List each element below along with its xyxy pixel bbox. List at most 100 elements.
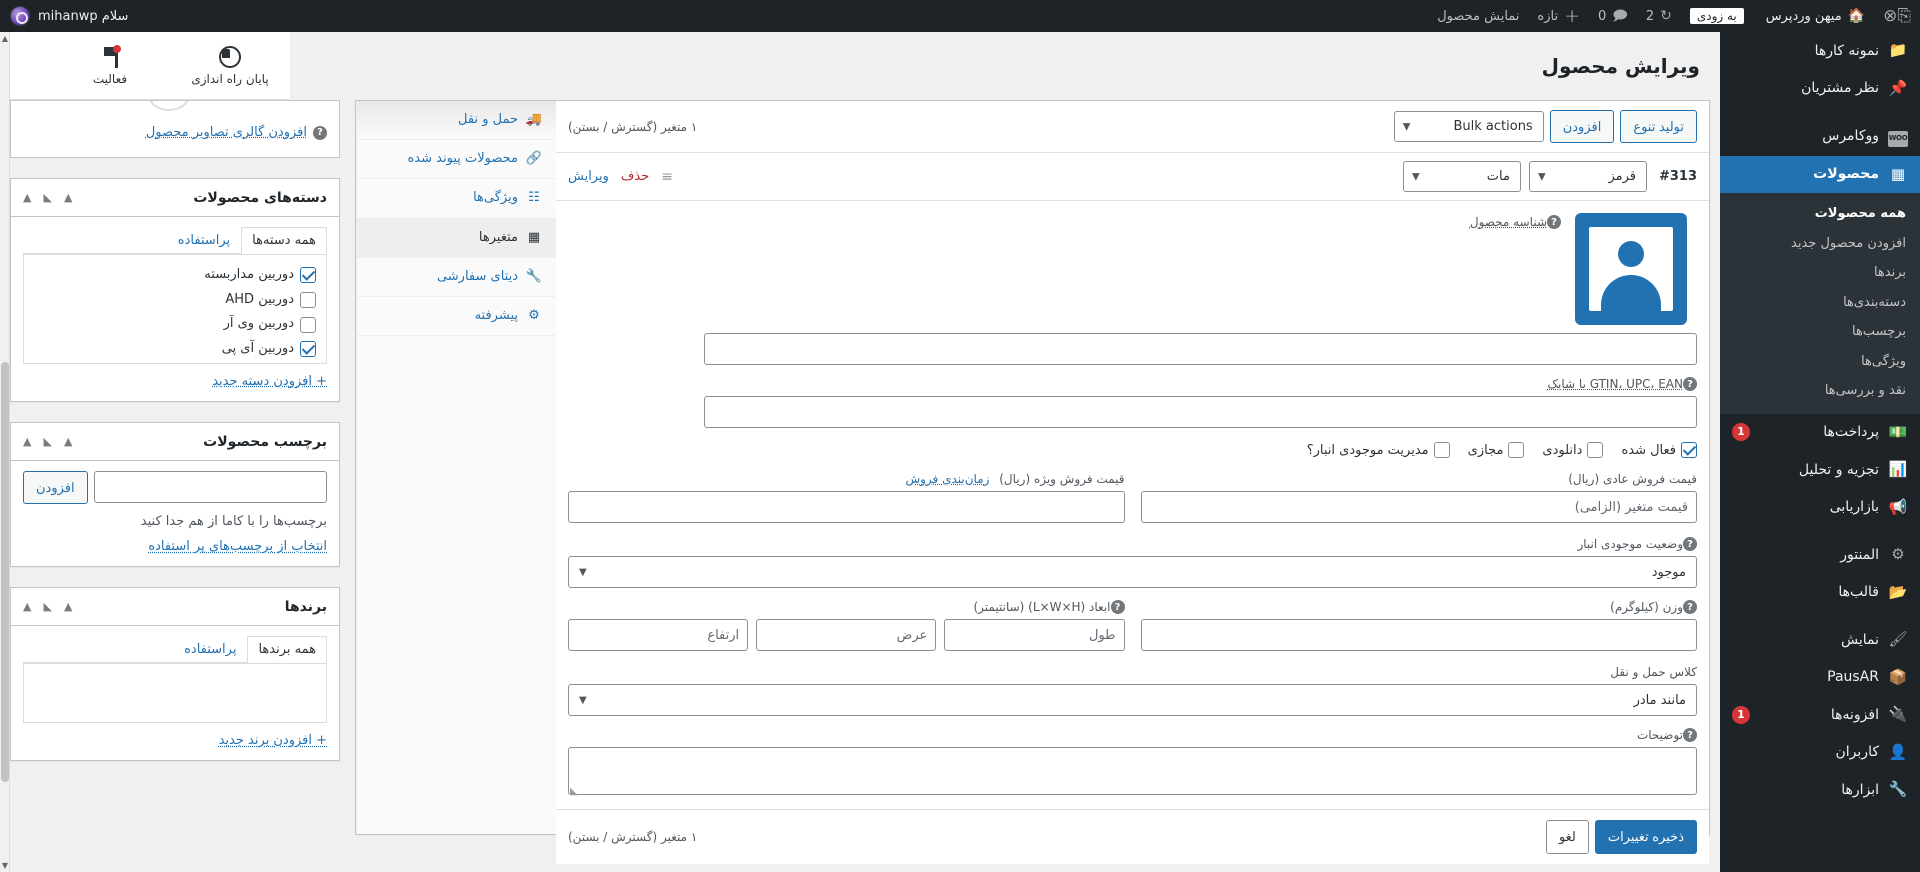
brands-checklist[interactable] <box>23 663 327 724</box>
regular-price-input[interactable] <box>1140 491 1697 524</box>
category-checkbox[interactable] <box>300 316 316 333</box>
manage-stock-checkbox-item[interactable]: مدیریت موجودی انبار؟ <box>1307 442 1450 459</box>
virtual-checkbox-item[interactable]: مجازی <box>1468 442 1525 459</box>
tab-all-categories[interactable]: همه دسته‌ها <box>241 227 327 254</box>
move-up-icon[interactable]: ▲ <box>64 435 72 448</box>
submenu-item-add-new-product[interactable]: افزودن محصول جدید <box>1720 229 1920 259</box>
drag-handle-icon[interactable]: ≡ <box>661 169 673 185</box>
variation-placeholder-image-icon[interactable] <box>1575 213 1687 326</box>
submenu-item-all-products[interactable]: همه محصولات <box>1720 199 1920 229</box>
sidebar-item-pausar[interactable]: 📦 PausAR <box>1720 659 1920 697</box>
manage-stock-checkbox[interactable] <box>1433 442 1450 459</box>
sidebar-item-marketing[interactable]: 📢 بازاریابی <box>1720 489 1920 527</box>
shipping-class-select[interactable]: مانند مادر ▼ <box>568 684 1697 717</box>
admin-bar-comments[interactable]: 🗩 0 <box>1589 0 1637 32</box>
add-product-gallery-link[interactable]: ? افزودن گالری تصاویر محصول <box>23 125 327 140</box>
sidebar-item-templates[interactable]: 📂 قالب‌ها <box>1720 574 1920 612</box>
chevron-down-icon[interactable]: ◣ <box>43 435 51 448</box>
toggle-panel-icon[interactable]: ▲ <box>23 600 31 613</box>
submenu-item-categories[interactable]: دسته‌بندی‌ها <box>1720 288 1920 318</box>
cancel-button[interactable]: لغو <box>1545 820 1589 854</box>
admin-bar-new-content[interactable]: + تازه <box>1528 0 1589 32</box>
help-icon[interactable]: ? <box>1547 215 1561 230</box>
admin-bar-site-name[interactable]: 🏠 میهن وردپرس <box>1757 0 1874 32</box>
sidebar-item-elementor[interactable]: ⚙ المنتور <box>1720 536 1920 574</box>
admin-bar-updates[interactable]: ↻ 2 <box>1637 0 1681 32</box>
tab-shipping[interactable]: 🚚 حمل و نقل <box>357 101 556 141</box>
activity-button[interactable]: فعالیت <box>50 32 170 100</box>
add-new-brand-link[interactable]: + افزودن برند جدید <box>23 733 327 748</box>
toggle-panel-icon[interactable]: ▲ <box>23 191 31 204</box>
sidebar-item-users[interactable]: 👤 کاربران <box>1720 734 1920 772</box>
tab-linked-products[interactable]: 🔗 محصولات پیوند شده <box>357 140 556 180</box>
category-checkbox[interactable] <box>300 341 316 358</box>
bulk-actions-select[interactable]: Bulk actions ▼ <box>1393 111 1544 143</box>
category-checkbox[interactable] <box>300 292 316 309</box>
help-icon[interactable]: ? <box>1683 377 1697 392</box>
tab-all-brands[interactable]: همه برندها <box>247 636 327 664</box>
submenu-item-brands[interactable]: برندها <box>1720 258 1920 288</box>
category-item[interactable]: دوربین آی پی <box>34 337 316 362</box>
weight-input[interactable] <box>1140 619 1697 652</box>
sidebar-item-analytics[interactable]: 📊 تجزیه و تحلیل <box>1720 451 1920 489</box>
admin-bar-view-product[interactable]: نمایش محصول <box>1428 0 1528 32</box>
sidebar-item-appearance[interactable]: 🖌 نمایش <box>1720 621 1920 659</box>
tab-popular-brands[interactable]: پراستفاده <box>173 636 247 663</box>
sku-input[interactable] <box>704 333 1697 366</box>
edit-variation-link[interactable]: ویرایش <box>568 169 609 184</box>
tab-attributes[interactable]: ☷ ویژگی‌ها <box>357 179 556 219</box>
help-icon[interactable]: ? <box>313 125 327 140</box>
category-checkbox[interactable] <box>300 267 316 284</box>
page-scrollbar[interactable]: ▲ ▼ <box>0 32 10 872</box>
category-item[interactable]: دوربین وی آر <box>34 312 316 337</box>
generate-variations-button[interactable]: تولید تنوع <box>1620 110 1697 144</box>
help-icon[interactable]: ? <box>1683 537 1697 552</box>
move-up-icon[interactable]: ▲ <box>64 191 72 204</box>
variation-attribute-color-select[interactable]: قرمز ▼ <box>1528 161 1647 193</box>
sidebar-item-woocommerce[interactable]: WOO ووکامرس <box>1720 117 1920 156</box>
gtin-input[interactable] <box>704 396 1697 429</box>
variation-image-wrap[interactable] <box>1575 213 1687 326</box>
tab-popular-categories[interactable]: پراستفاده <box>167 227 241 254</box>
dimension-height-input[interactable] <box>567 619 749 652</box>
dimension-length-input[interactable] <box>944 619 1125 652</box>
sidebar-item-plugins[interactable]: 🔌 افزونه‌ها 1 <box>1720 696 1920 734</box>
categories-checklist[interactable]: دوربین مداربسته دوربین AHD دوربین وی آر <box>23 254 327 364</box>
chevron-down-icon[interactable]: ◣ <box>43 191 51 204</box>
add-new-category-link[interactable]: + افزودن دسته جدید <box>23 374 327 389</box>
tab-advanced[interactable]: ⚙ پیشرفته <box>357 297 556 337</box>
sidebar-item-customer-reviews[interactable]: 📌 نظر مشتریان <box>1720 70 1920 108</box>
add-tag-button[interactable]: افزودن <box>23 471 88 505</box>
sidebar-item-payments[interactable]: 💵 پرداخت‌ها 1 <box>1720 414 1920 452</box>
sale-price-input[interactable] <box>568 491 1125 524</box>
category-item[interactable]: دوربین مداربسته <box>34 263 316 288</box>
virtual-checkbox[interactable] <box>1508 442 1525 459</box>
admin-bar-wp-logo[interactable]: ⎘⊗ <box>1874 0 1920 32</box>
save-changes-button[interactable]: ذخیره تغییرات <box>1594 820 1697 854</box>
delete-variation-link[interactable]: حذف <box>621 169 649 184</box>
dimension-width-input[interactable] <box>756 619 937 652</box>
category-item[interactable]: ان وی آر <box>34 362 316 363</box>
enabled-checkbox[interactable] <box>1681 442 1697 459</box>
category-item[interactable]: دوربین AHD <box>34 288 316 313</box>
choose-popular-tags-link[interactable]: انتخاب از برچسب‌های پر استفاده <box>23 539 327 554</box>
help-icon[interactable]: ? <box>1110 600 1125 615</box>
move-up-icon[interactable]: ▲ <box>64 600 72 613</box>
sidebar-item-tools[interactable]: 🔧 ابزارها <box>1720 771 1920 809</box>
resize-handle-icon[interactable]: ◢ <box>570 786 578 797</box>
admin-bar-soon-badge[interactable]: به زودی <box>1681 0 1757 32</box>
admin-bar-account[interactable]: سلام mihanwp <box>0 6 138 26</box>
downloadable-checkbox[interactable] <box>1587 442 1604 459</box>
sidebar-item-portfolio[interactable]: 📁 نمونه کارها <box>1720 32 1920 70</box>
tab-variations[interactable]: ▦ متغیرها <box>357 218 556 258</box>
sidebar-item-products[interactable]: ▦ محصولات <box>1720 155 1920 194</box>
description-textarea[interactable] <box>568 747 1697 796</box>
enabled-checkbox-item[interactable]: فعال شده <box>1621 442 1697 459</box>
tab-custom-data[interactable]: 🔧 دیتای سفارشی <box>357 258 556 297</box>
downloadable-checkbox-item[interactable]: دانلودی <box>1542 442 1604 459</box>
tag-input[interactable] <box>93 471 327 503</box>
add-variation-button[interactable]: افزودن <box>1549 110 1615 144</box>
help-icon[interactable]: ? <box>1683 600 1697 615</box>
sale-price-schedule-link[interactable]: زمان‌بندی فروش <box>905 472 989 486</box>
variation-attribute-finish-select[interactable]: مات ▼ <box>1402 161 1521 193</box>
